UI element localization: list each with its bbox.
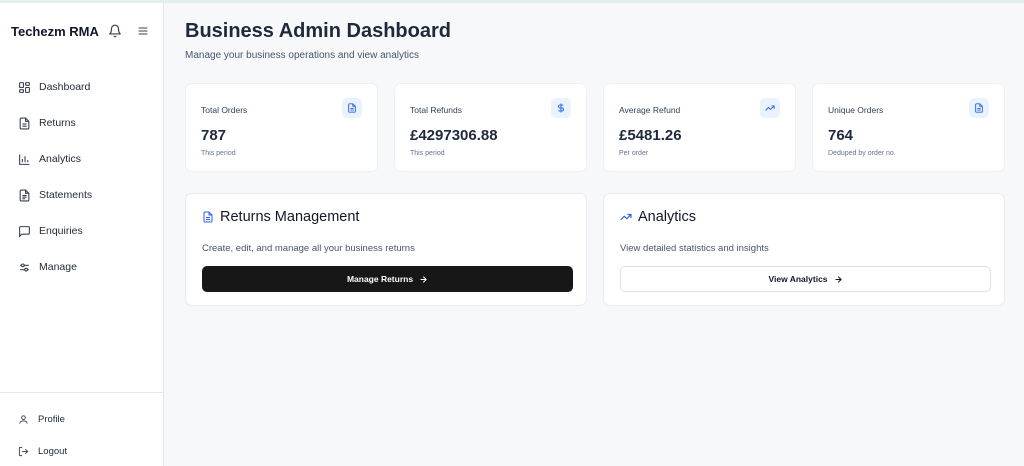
stat-label: Total Orders <box>201 105 248 115</box>
arrow-right-icon <box>420 275 427 283</box>
sidebar-footer: Profile Logout <box>0 392 163 466</box>
bell-icon[interactable] <box>108 24 122 38</box>
sidebar-item-returns[interactable]: Returns <box>0 105 163 141</box>
sidebar-item-analytics[interactable]: Analytics <box>0 141 163 177</box>
logout-icon <box>18 446 29 456</box>
sidebar-item-label: Returns <box>39 117 76 129</box>
sidebar-item-label: Profile <box>38 413 65 425</box>
stat-note: This period <box>410 150 445 157</box>
stat-value: 787 <box>201 127 227 144</box>
stat-note: Per order <box>619 150 649 157</box>
arrow-right-icon <box>834 275 842 283</box>
document-icon <box>19 117 30 129</box>
sidebar-item-enquiries[interactable]: Enquiries <box>0 213 163 249</box>
sidebar-item-profile[interactable]: Profile <box>0 403 163 435</box>
dollar-icon <box>558 103 564 113</box>
sidebar-item-statements[interactable]: Statements <box>0 177 163 213</box>
sidebar-item-manage[interactable]: Manage <box>0 249 163 285</box>
sidebar-item-label: Enquiries <box>39 225 83 237</box>
message-icon <box>19 225 30 238</box>
sidebar-item-dashboard[interactable]: Dashboard <box>0 69 163 105</box>
button-label: Manage Returns <box>346 274 414 284</box>
returns-management-panel: Returns Management Create, edit, and man… <box>185 193 587 306</box>
sidebar-header: Techezm RMA <box>0 3 163 59</box>
sidebar-item-label: Logout <box>38 445 68 457</box>
stat-value: £4297306.88 <box>410 127 498 144</box>
user-icon <box>19 414 28 424</box>
sliders-icon <box>20 262 29 272</box>
statement-icon <box>19 189 30 201</box>
stat-label: Unique Orders <box>828 105 884 115</box>
trending-up-icon <box>765 105 775 111</box>
trending-up-icon <box>620 213 632 221</box>
panel-header: Analytics <box>620 209 696 225</box>
stat-note: Deduped by order no. <box>828 150 896 157</box>
sidebar: Techezm RMA Dashboard Returns Analytics … <box>0 3 164 466</box>
sidebar-item-label: Manage <box>39 261 77 273</box>
document-icon <box>975 103 983 113</box>
menu-icon[interactable] <box>137 24 149 38</box>
stat-value: 764 <box>828 127 854 144</box>
stat-card-unique-orders: Unique Orders 764 Deduped by order no. <box>812 83 1005 172</box>
panel-title: Analytics <box>638 209 697 225</box>
sidebar-item-logout[interactable]: Logout <box>0 435 163 466</box>
sidebar-item-label: Dashboard <box>39 81 91 93</box>
sidebar-item-label: Statements <box>39 189 93 201</box>
dashboard-grid-icon <box>19 81 30 93</box>
button-label: View Analytics <box>768 274 828 284</box>
stat-icon-badge <box>969 98 989 118</box>
stat-label: Average Refund <box>619 105 681 115</box>
view-analytics-button[interactable]: View Analytics <box>620 266 991 292</box>
stat-label: Total Refunds <box>410 105 462 115</box>
stat-value: £5481.26 <box>619 127 682 144</box>
bar-chart-icon <box>19 154 30 165</box>
stat-icon-badge <box>342 98 362 118</box>
panel-description: View detailed statistics and insights <box>620 243 769 254</box>
manage-returns-button[interactable]: Manage Returns <box>202 266 573 292</box>
document-icon <box>203 211 213 223</box>
brand-name: Techezm RMA <box>11 24 99 39</box>
panel-description: Create, edit, and manage all your busine… <box>202 243 415 254</box>
panel-title: Returns Management <box>220 209 360 225</box>
sidebar-item-label: Analytics <box>39 153 82 165</box>
stat-card-total-refunds: Total Refunds £4297306.88 This period <box>394 83 587 172</box>
stat-note: This period <box>201 150 236 157</box>
analytics-panel: Analytics View detailed statistics and i… <box>603 193 1005 306</box>
stat-icon-badge <box>760 98 780 118</box>
panel-header: Returns Management <box>202 209 359 225</box>
sidebar-nav: Dashboard Returns Analytics Statements E… <box>0 69 163 285</box>
page-subtitle: Manage your business operations and view… <box>185 50 420 61</box>
stat-icon-badge <box>551 98 571 118</box>
page-title: Business Admin Dashboard <box>185 20 451 42</box>
stat-card-total-orders: Total Orders 787 This period <box>185 83 378 172</box>
document-icon <box>348 103 356 113</box>
stat-card-average-refund: Average Refund £5481.26 Per order <box>603 83 796 172</box>
